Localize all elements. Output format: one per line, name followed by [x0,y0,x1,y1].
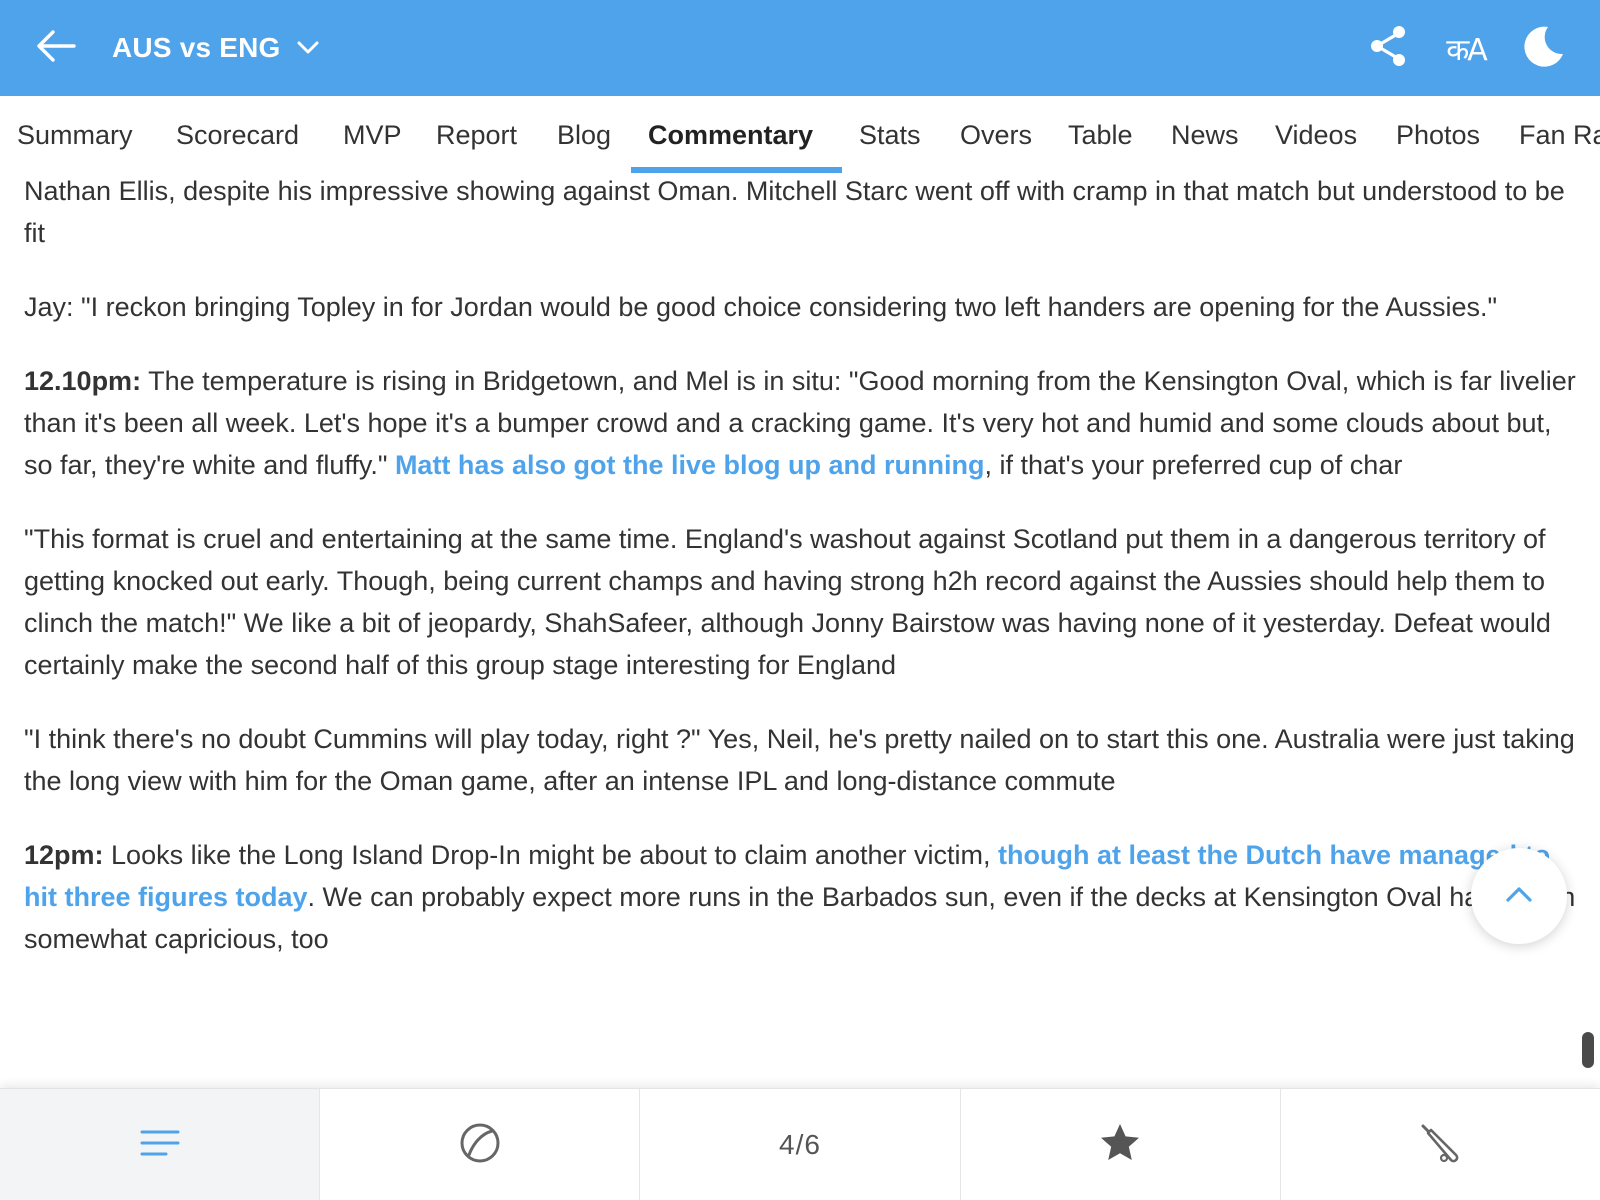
star-icon [1099,1123,1141,1168]
match-title: AUS vs ENG [112,32,281,63]
scrollbar-thumb[interactable] [1582,1032,1594,1068]
share-icon [1368,25,1408,72]
match-selector[interactable]: AUS vs ENG [112,28,319,68]
live-blog-link[interactable]: Matt has also got the live blog up and r… [395,450,985,480]
back-arrow-icon [36,29,76,68]
favourites-button[interactable] [961,1089,1281,1200]
commentary-entry: "This format is cruel and entertaining a… [24,518,1576,686]
menu-button[interactable] [0,1089,321,1200]
language-button[interactable]: कA [1438,22,1494,74]
commentary-entry: 12.10pm: The temperature is rising in Br… [24,360,1576,486]
chevron-down-icon [297,41,319,55]
commentary-timestamp: 12pm: [24,840,104,870]
page-indicator[interactable]: 4/6 [640,1089,961,1200]
ball-icon [459,1122,501,1169]
page-count: 4/6 [779,1129,821,1160]
tab-videos[interactable]: Videos [1275,96,1357,174]
tab-report[interactable]: Report [436,96,517,174]
tab-stats[interactable]: Stats [859,96,921,174]
language-icon: कA [1446,32,1488,68]
tab-news[interactable]: News [1171,96,1239,174]
match-tabs: Summary Scorecard MVP Report Blog Commen… [0,96,1600,174]
tab-blog[interactable]: Blog [557,96,611,174]
tab-fan-ratings[interactable]: Fan Ra [1519,96,1600,174]
night-mode-icon [1522,24,1566,73]
commentary-feed[interactable]: Nathan Ellis, despite his impressive sho… [24,170,1576,1088]
commentary-text: Looks like the Long Island Drop-In might… [103,840,998,870]
bottom-toolbar: 4/6 [0,1088,1600,1200]
bat-button[interactable] [1281,1089,1600,1200]
tab-scorecard[interactable]: Scorecard [176,96,299,174]
scroll-to-top-button[interactable] [1471,848,1567,944]
commentary-text: , if that's your preferred cup of char [984,450,1403,480]
ball-button[interactable] [320,1089,641,1200]
tab-overs[interactable]: Overs [960,96,1032,174]
commentary-entry: Nathan Ellis, despite his impressive sho… [24,170,1576,254]
tab-mvp[interactable]: MVP [343,96,402,174]
header-actions: कA [1338,22,1572,74]
commentary-text: "This format is cruel and entertaining a… [24,524,1551,680]
commentary-entry: 12pm: Looks like the Long Island Drop-In… [24,834,1576,960]
bat-icon [1420,1123,1460,1168]
back-button[interactable] [32,26,80,70]
commentary-entry: "I think there's no doubt Cummins will p… [24,718,1576,802]
commentary-entry: Jay: "I reckon bringing Topley in for Jo… [24,286,1576,328]
tab-commentary[interactable]: Commentary [648,96,813,174]
commentary-text: "I think there's no doubt Cummins will p… [24,724,1575,796]
share-button[interactable] [1360,22,1416,74]
night-mode-button[interactable] [1516,22,1572,74]
tab-table[interactable]: Table [1068,96,1133,174]
menu-lines-icon [140,1129,180,1162]
chevron-up-icon [1505,885,1533,908]
tab-photos[interactable]: Photos [1396,96,1480,174]
commentary-text: Nathan Ellis, despite his impressive sho… [24,176,1565,248]
top-app-bar: AUS vs ENG कA [0,0,1600,96]
commentary-timestamp: 12.10pm: [24,366,142,396]
tab-summary[interactable]: Summary [17,96,133,174]
commentary-text: Jay: "I reckon bringing Topley in for Jo… [24,292,1498,322]
